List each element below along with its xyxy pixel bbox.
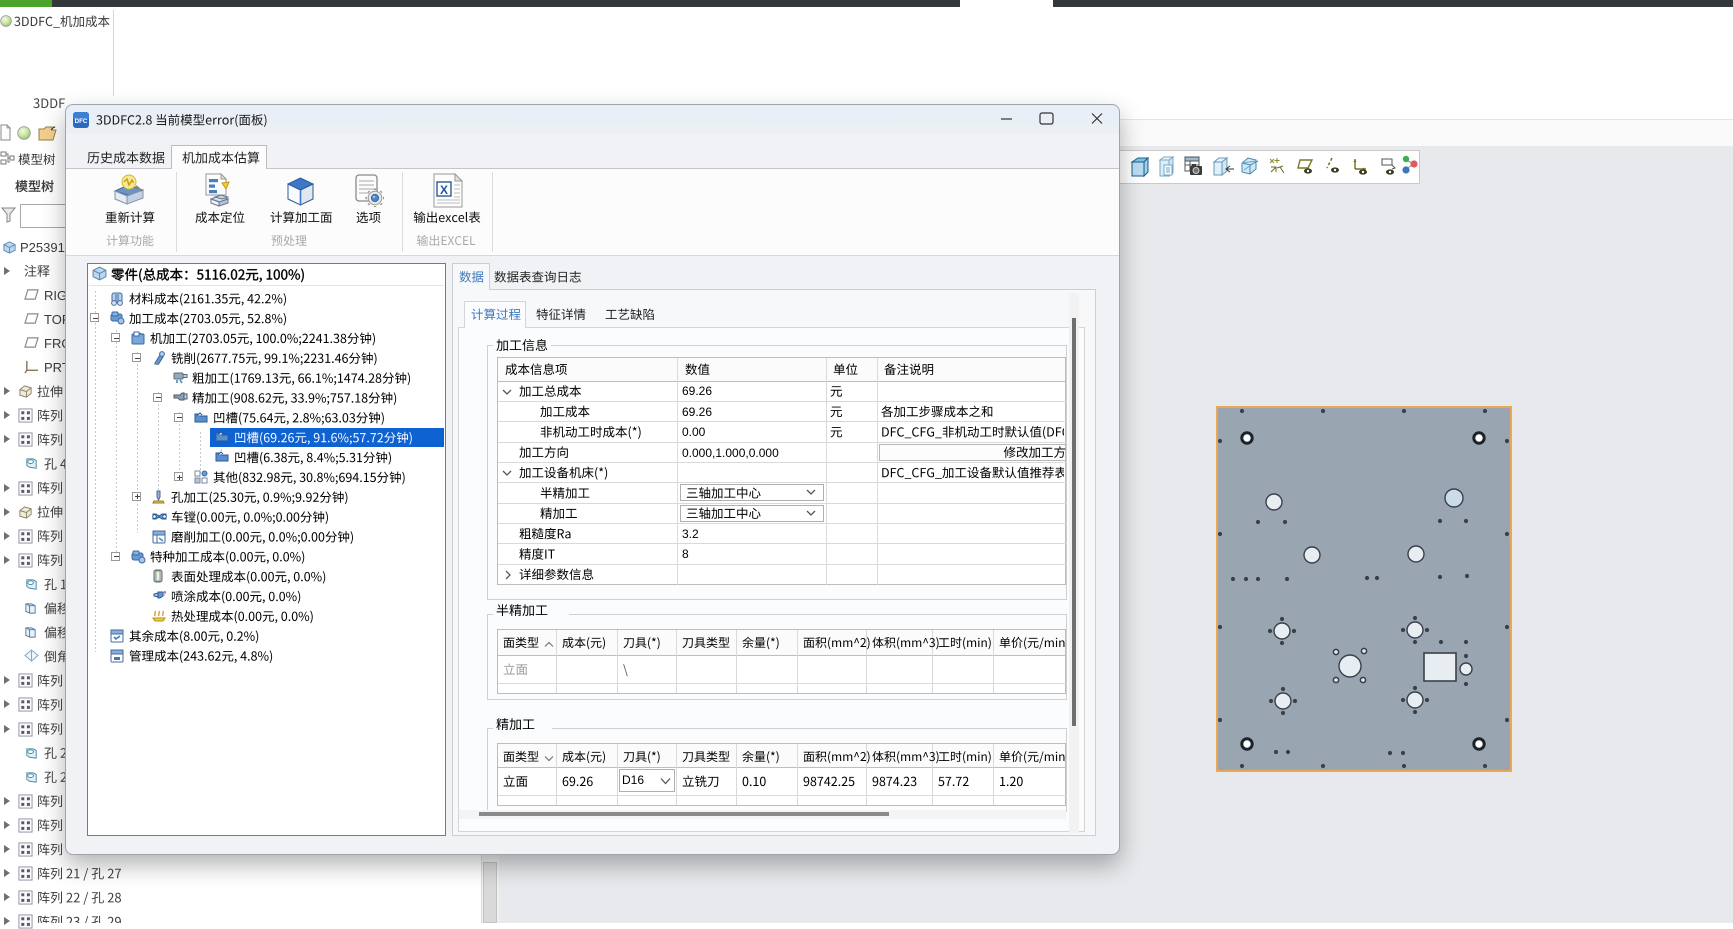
svg-text:X: X [440, 183, 448, 197]
svg-text:DFC: DFC [75, 118, 88, 125]
